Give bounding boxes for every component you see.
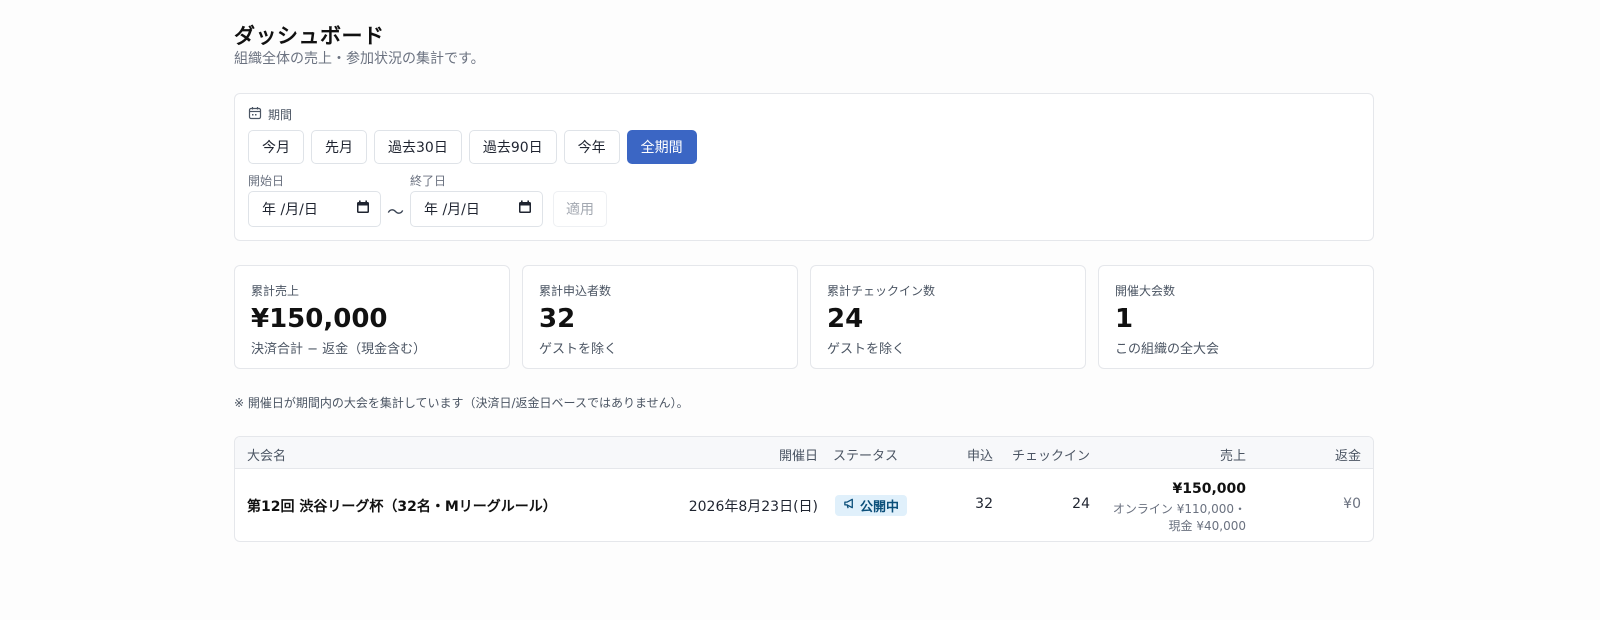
stat-value: 32 (539, 304, 576, 334)
preset-last-90-days-button[interactable]: 過去90日 (468, 130, 557, 164)
column-header-status: ステータス (833, 449, 899, 464)
calendar-icon (248, 106, 262, 123)
sales-breakdown: オンライン ¥110,000・ 現金 ¥40,000 (1106, 501, 1246, 535)
preset-this-month-button[interactable]: 今月 (248, 130, 304, 164)
period-presets: 今月 先月 過去30日 過去90日 今年 全期間 (248, 130, 697, 164)
refund-amount: ¥0 (1343, 496, 1361, 512)
stats-row: 累計売上 ¥150,000 決済合計 − 返金（現金含む） 累計申込者数 32 … (234, 265, 1374, 369)
end-date-value: 年 /月/日 (424, 202, 480, 218)
stat-note: この組織の全大会 (1115, 342, 1220, 357)
period-filter-card: 期間 今月 先月 過去30日 過去90日 今年 全期間 開始日 年 /月/日 〜… (234, 93, 1374, 241)
table-header: 大会名 開催日 ステータス 申込 チェックイン 売上 返金 (235, 437, 1373, 469)
stat-note: 決済合計 − 返金（現金含む） (251, 342, 427, 357)
preset-last-month-button[interactable]: 先月 (311, 130, 367, 164)
applications-count: 32 (975, 496, 993, 512)
sales-breakdown-online: オンライン ¥110,000・ (1112, 502, 1246, 516)
sales-breakdown-cash: 現金 ¥40,000 (1168, 519, 1246, 533)
stat-card-events-held: 開催大会数 1 この組織の全大会 (1098, 265, 1374, 369)
column-header-refund: 返金 (1334, 449, 1361, 464)
stat-value: 24 (827, 304, 864, 334)
stat-label: 累計申込者数 (539, 284, 612, 298)
calendar-picker-icon[interactable] (356, 200, 370, 218)
calendar-picker-icon[interactable] (518, 200, 532, 218)
start-date-input[interactable]: 年 /月/日 (248, 191, 381, 227)
stat-card-total-checkins: 累計チェックイン数 24 ゲストを除く (810, 265, 1086, 369)
megaphone-icon (843, 497, 856, 514)
stat-note: ゲストを除く (827, 342, 906, 357)
column-header-sales: 売上 (1219, 449, 1246, 464)
event-date: 2026年8月23日(日) (688, 499, 818, 515)
period-heading-label: 期間 (268, 108, 293, 122)
stat-label: 累計チェックイン数 (827, 284, 936, 298)
preset-this-year-button[interactable]: 今年 (563, 130, 620, 164)
preset-all-time-button[interactable]: 全期間 (626, 130, 697, 164)
stat-value: 1 (1115, 304, 1134, 334)
start-date-value: 年 /月/日 (262, 202, 318, 218)
stat-value: ¥150,000 (251, 304, 388, 334)
stat-label: 開催大会数 (1115, 284, 1176, 298)
stat-label: 累計売上 (251, 284, 300, 298)
status-badge: 公開中 (835, 495, 908, 516)
preset-last-30-days-button[interactable]: 過去30日 (374, 130, 462, 164)
event-name-link[interactable]: 第12回 渋谷リーグ杯（32名・Mリーグルール） (247, 496, 557, 516)
column-header-checkins: チェックイン (1011, 449, 1090, 464)
stat-note: ゲストを除く (539, 342, 618, 357)
apply-button[interactable]: 適用 (553, 191, 607, 227)
date-range-separator: 〜 (387, 203, 404, 223)
status-label: 公開中 (860, 500, 900, 515)
page-subtitle: 組織全体の売上・参加状況の集計です。 (234, 51, 485, 67)
period-heading: 期間 (248, 106, 292, 123)
events-table: 大会名 開催日 ステータス 申込 チェックイン 売上 返金 第12回 渋谷リーグ… (234, 436, 1374, 542)
column-header-applications: 申込 (966, 449, 993, 464)
page-title: ダッシュボード (234, 24, 385, 48)
end-date-label: 終了日 (410, 174, 447, 188)
stat-card-total-sales: 累計売上 ¥150,000 決済合計 − 返金（現金含む） (234, 265, 510, 369)
sales-total: ¥150,000 (1172, 481, 1246, 497)
checkins-count: 24 (1072, 496, 1090, 512)
end-date-input[interactable]: 年 /月/日 (410, 191, 543, 227)
start-date-label: 開始日 (248, 174, 285, 188)
stat-card-total-applicants: 累計申込者数 32 ゲストを除く (522, 265, 798, 369)
aggregation-footnote: ※ 開催日が期間内の大会を集計しています（決済日/返金日ベースではありません）。 (234, 396, 689, 410)
column-header-name: 大会名 (247, 449, 287, 464)
column-header-date: 開催日 (778, 449, 818, 464)
